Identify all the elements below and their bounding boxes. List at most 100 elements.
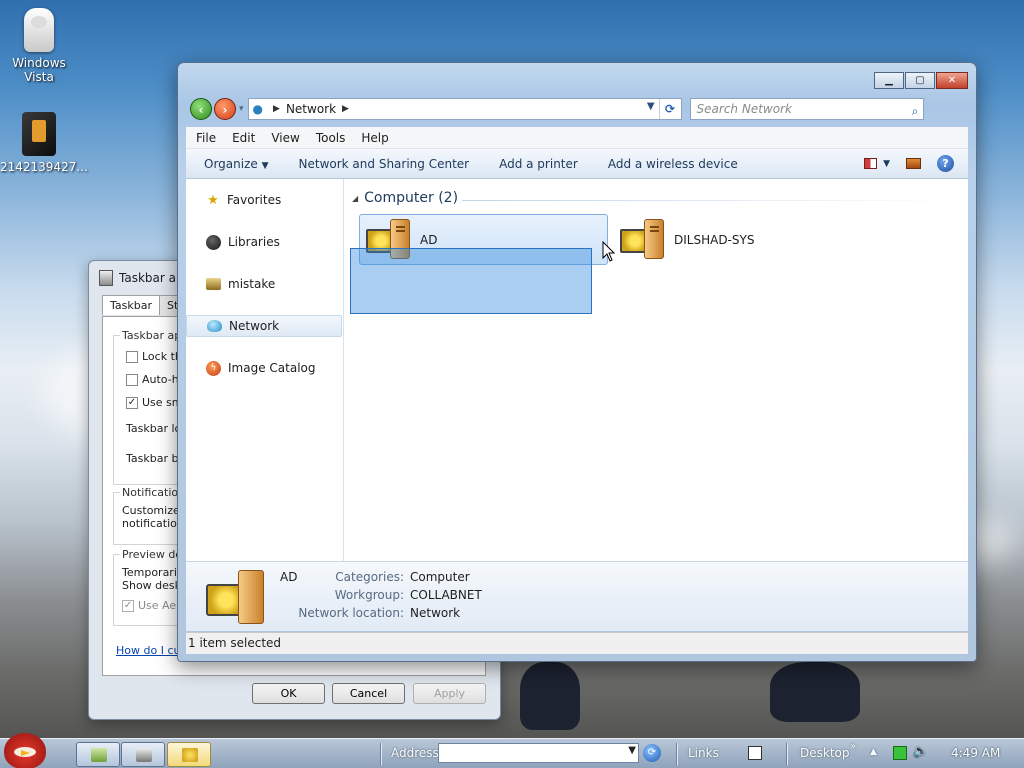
organize-button[interactable]: Organize ▼ [204, 157, 269, 171]
breadcrumb-network[interactable]: Network [286, 102, 336, 116]
checkbox-label: Auto-hi [142, 373, 182, 386]
nav-item-image-catalog[interactable]: ϟ Image Catalog [186, 357, 342, 379]
file-list[interactable]: ◢ Computer (2) AD DILSHAD-SYS [344, 179, 968, 561]
toolbar-overflow-icon[interactable]: » [850, 741, 856, 752]
checkbox-box [126, 350, 138, 363]
search-icon[interactable]: ⌕ [912, 101, 919, 121]
menu-bar: File Edit View Tools Help [186, 127, 968, 149]
maximize-button[interactable]: ▢ [905, 72, 935, 89]
taskbar-button-network[interactable] [167, 742, 211, 767]
add-wireless-device-button[interactable]: Add a wireless device [608, 157, 738, 171]
organize-label: Organize [204, 156, 258, 171]
network-icon [207, 320, 222, 332]
checkbox-box-checked: ✓ [122, 599, 134, 612]
windows-vista-icon [24, 8, 54, 52]
help-link[interactable]: How do I cus [116, 644, 186, 657]
go-icon[interactable]: ⟳ [643, 744, 661, 762]
taskbar-button-explorer[interactable] [76, 742, 120, 767]
details-value: Network [410, 606, 461, 620]
change-view-button[interactable]: ▼ [864, 158, 890, 169]
help-icon[interactable]: ? [937, 155, 954, 172]
preview-pane-icon[interactable] [906, 158, 921, 169]
details-label: Network location: [298, 606, 404, 620]
search-input[interactable]: Search Network ⌕ [689, 98, 924, 121]
group-title: Preview de [120, 548, 185, 561]
libraries-icon [206, 234, 221, 250]
desktop-toolbar-label[interactable]: Desktop [800, 746, 850, 760]
taskbar-address-input[interactable]: ▼ [438, 743, 639, 763]
group-title: Notificatio [120, 486, 181, 499]
desktop-icon-file[interactable]: 2142139427... [0, 112, 88, 174]
cancel-button[interactable]: Cancel [332, 683, 405, 704]
back-button[interactable]: ‹ [190, 98, 212, 120]
preview-text: Show desk [122, 579, 182, 592]
desktop-icon-windows-vista[interactable]: Windows Vista [0, 8, 78, 84]
show-hidden-icons-icon[interactable]: ▲ [870, 747, 877, 757]
volume-icon[interactable]: 🔈 [913, 744, 928, 758]
chevron-down-icon[interactable]: ▼ [628, 745, 636, 756]
start-button[interactable] [4, 733, 48, 768]
recent-pages-dropdown[interactable]: ▾ [239, 104, 244, 114]
checkbox-label: Use Aer [138, 599, 181, 612]
nav-item-label: Libraries [228, 235, 280, 249]
network-status-icon[interactable] [893, 746, 907, 760]
clock[interactable]: 4:49 AM [951, 746, 1000, 760]
address-bar[interactable]: ● ▶ Network ▶ ▼ ⟳ [247, 98, 682, 120]
group-header-computer[interactable]: ◢ Computer (2) [352, 190, 458, 206]
dark-file-icon [22, 112, 56, 156]
menu-view[interactable]: View [271, 131, 299, 145]
taskbar-separator [676, 743, 678, 765]
tab-taskbar[interactable]: Taskbar [102, 295, 160, 315]
refresh-icon[interactable]: ⟳ [658, 99, 681, 119]
menu-help[interactable]: Help [361, 131, 388, 145]
forward-button[interactable]: › [214, 98, 236, 120]
close-button[interactable]: ✕ [936, 72, 968, 89]
aero-peek-checkbox[interactable]: ✓ Use Aer [122, 599, 181, 612]
ok-button[interactable]: OK [252, 683, 325, 704]
taskbar-button-taskbar-properties[interactable] [121, 742, 165, 767]
folder-icon [91, 748, 107, 762]
taskbar-icon [99, 270, 113, 286]
details-value: Computer [410, 570, 470, 584]
explorer-window[interactable]: ▁ ▢ ✕ ‹ › ▾ ● ▶ Network ▶ ▼ ⟳ Search Net… [177, 62, 977, 662]
chevron-down-icon: ▼ [261, 160, 269, 171]
selection-rectangle [350, 248, 592, 314]
network-sharing-center-button[interactable]: Network and Sharing Center [299, 157, 470, 171]
apply-button[interactable]: Apply [413, 683, 486, 704]
links-toolbar-label[interactable]: Links [688, 746, 719, 760]
minimize-button[interactable]: ▁ [874, 72, 904, 89]
computer-item-dilshad-sys[interactable]: DILSHAD-SYS [614, 214, 863, 265]
network-icon: ● [252, 102, 264, 116]
add-printer-button[interactable]: Add a printer [499, 157, 578, 171]
auto-hide-checkbox[interactable]: Auto-hi [126, 373, 182, 386]
notification-text: notification [122, 517, 184, 530]
angry-bird-icon [4, 733, 46, 768]
search-placeholder: Search Network [696, 102, 792, 116]
navigation-bar: ‹ › ▾ ● ▶ Network ▶ ▼ ⟳ Search Network ⌕ [190, 97, 968, 121]
taskbar-separator [380, 743, 382, 765]
nav-item-mistake[interactable]: mistake [186, 273, 342, 295]
checkbox-box [126, 373, 138, 386]
nav-item-libraries[interactable]: Libraries [186, 231, 342, 253]
breadcrumb-separator[interactable]: ▶ [273, 104, 280, 114]
desktop-icon-label: Windows Vista [12, 56, 66, 84]
computer-icon [620, 218, 666, 261]
breadcrumb-separator[interactable]: ▶ [342, 104, 349, 114]
desktop-icon-label: 2142139427... [0, 160, 88, 174]
menu-tools[interactable]: Tools [316, 131, 346, 145]
details-label: Workgroup: [334, 588, 404, 602]
nav-item-network[interactable]: Network [186, 315, 342, 337]
item-label: AD [420, 232, 438, 247]
menu-edit[interactable]: Edit [232, 131, 255, 145]
notepad-icon[interactable] [748, 746, 762, 760]
views-icon [864, 158, 878, 169]
background-figure [520, 662, 580, 730]
address-toolbar-label: Address [391, 746, 439, 760]
preview-text: Temporaril [122, 566, 180, 579]
taskbar-separator [786, 743, 788, 765]
group-header-label: Computer (2) [364, 190, 459, 206]
menu-file[interactable]: File [196, 131, 216, 145]
nav-item-favorites[interactable]: ★ Favorites [186, 189, 342, 211]
nav-item-label: Favorites [227, 193, 282, 207]
address-dropdown[interactable]: ▼ [647, 101, 655, 112]
